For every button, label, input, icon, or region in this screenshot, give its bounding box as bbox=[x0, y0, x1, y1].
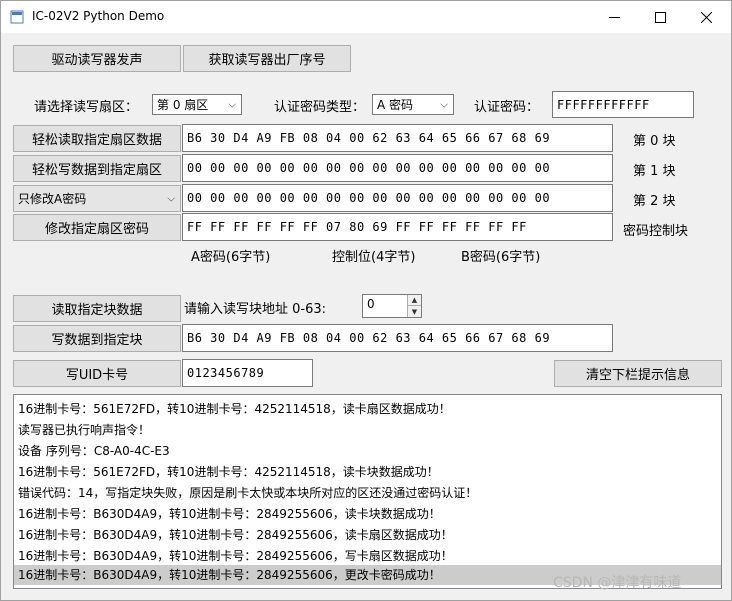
control-block-input[interactable]: FF FF FF FF FF FF 07 80 69 FF FF FF FF F… bbox=[182, 213, 613, 241]
title-bar[interactable]: IC-02V2 Python Demo bbox=[1, 1, 731, 33]
maximize-icon bbox=[654, 11, 666, 23]
read-sector-button[interactable]: 轻松读取指定扇区数据 bbox=[13, 125, 181, 152]
write-block-input[interactable]: B6 30 D4 A9 FB 08 04 00 62 63 64 65 66 6… bbox=[182, 324, 613, 352]
log-listbox[interactable]: 16进制卡号：561E72FD，转10进制卡号：4252114518，读卡扇区数… bbox=[13, 394, 722, 589]
app-icon bbox=[10, 10, 24, 24]
block1-label: 第 1 块 bbox=[633, 164, 676, 179]
spin-arrows: ▲ ▼ bbox=[407, 295, 421, 317]
close-icon bbox=[700, 11, 712, 23]
access-bits-caption: 控制位(4字节) bbox=[332, 250, 416, 265]
block2-label: 第 2 块 bbox=[633, 194, 676, 209]
log-line[interactable]: 16进制卡号：561E72FD，转10进制卡号：4252114518，读卡扇区数… bbox=[18, 400, 451, 417]
chevron-down-icon: ⌵ bbox=[228, 99, 236, 110]
log-line[interactable]: 错误代码：14，写指定块失败，原因是刷卡太快或本块所对应的区还没通过密码认证！ bbox=[18, 484, 477, 501]
log-line[interactable]: 16进制卡号：561E72FD，转10进制卡号：4252114518，读卡块数据… bbox=[18, 463, 439, 480]
block1-input[interactable]: 00 00 00 00 00 00 00 00 00 00 00 00 00 0… bbox=[182, 154, 613, 182]
spin-up-icon[interactable]: ▲ bbox=[408, 295, 421, 306]
block-address-value: 0 bbox=[367, 297, 375, 311]
block0-input[interactable]: B6 30 D4 A9 FB 08 04 00 62 63 64 65 66 6… bbox=[182, 124, 613, 152]
sector-label: 请选择读写扇区： bbox=[34, 100, 139, 115]
clear-log-button[interactable]: 清空下栏提示信息 bbox=[554, 360, 722, 387]
chevron-down-icon: ⌵ bbox=[167, 193, 175, 204]
write-sector-button[interactable]: 轻松写数据到指定扇区 bbox=[13, 155, 181, 182]
key-type-select[interactable]: A 密码 ⌵ bbox=[372, 94, 454, 115]
key-type-label: 认证密码类型： bbox=[274, 100, 366, 115]
close-button[interactable] bbox=[683, 1, 729, 33]
block-address-spinbox[interactable]: 0 ▲ ▼ bbox=[362, 294, 422, 318]
modify-mode-select[interactable]: 只修改A密码 ⌵ bbox=[13, 185, 181, 212]
write-uid-button[interactable]: 写UID卡号 bbox=[13, 360, 181, 387]
log-line[interactable]: 16进制卡号：B630D4A9，转10进制卡号：2849255606，读卡块数据… bbox=[18, 505, 441, 522]
log-line[interactable]: 设备 序列号：C8-A0-4C-E3 bbox=[18, 442, 170, 459]
minimize-button[interactable] bbox=[591, 1, 637, 33]
chevron-down-icon: ⌵ bbox=[440, 99, 448, 110]
modify-key-button[interactable]: 修改指定扇区密码 bbox=[13, 214, 181, 241]
read-block-button[interactable]: 读取指定块数据 bbox=[13, 295, 181, 322]
log-line[interactable]: 16进制卡号：B630D4A9，转10进制卡号：2849255606，写卡扇区数… bbox=[18, 547, 453, 564]
app-window: IC-02V2 Python Demo 驱动读写器发声 获取读写器出厂序号 请选… bbox=[0, 0, 732, 601]
block-address-label: 请输入读写块地址 0-63: bbox=[184, 302, 327, 317]
spin-down-icon[interactable]: ▼ bbox=[408, 306, 421, 317]
minimize-icon bbox=[608, 16, 620, 18]
write-block-button[interactable]: 写数据到指定块 bbox=[13, 325, 181, 352]
block2-input[interactable]: 00 00 00 00 00 00 00 00 00 00 00 00 00 0… bbox=[182, 184, 613, 212]
key-label: 认证密码： bbox=[474, 100, 540, 115]
uid-input[interactable]: 0123456789 bbox=[182, 359, 313, 387]
key-a-caption: A密码(6字节) bbox=[191, 250, 271, 265]
block0-label: 第 0 块 bbox=[633, 134, 676, 149]
key-type-select-value: A 密码 bbox=[377, 98, 414, 112]
log-line[interactable]: 读写器已执行响声指令！ bbox=[18, 421, 150, 438]
control-block-label: 密码控制块 bbox=[623, 224, 689, 239]
key-input[interactable]: FFFFFFFFFFFF bbox=[552, 91, 694, 118]
key-b-caption: B密码(6字节) bbox=[461, 250, 541, 265]
window-title: IC-02V2 Python Demo bbox=[32, 9, 165, 23]
sector-select[interactable]: 第 0 扇区 ⌵ bbox=[152, 94, 242, 115]
modify-mode-value: 只修改A密码 bbox=[18, 192, 87, 206]
get-serial-button[interactable]: 获取读写器出厂序号 bbox=[183, 45, 351, 72]
maximize-button[interactable] bbox=[637, 1, 683, 33]
sector-select-value: 第 0 扇区 bbox=[157, 98, 209, 112]
watermark: CSDN @津津有味道 bbox=[553, 575, 682, 591]
log-line[interactable]: 16进制卡号：B630D4A9，转10进制卡号：2849255606，读卡扇区数… bbox=[18, 526, 453, 543]
beep-button[interactable]: 驱动读写器发声 bbox=[13, 45, 181, 72]
